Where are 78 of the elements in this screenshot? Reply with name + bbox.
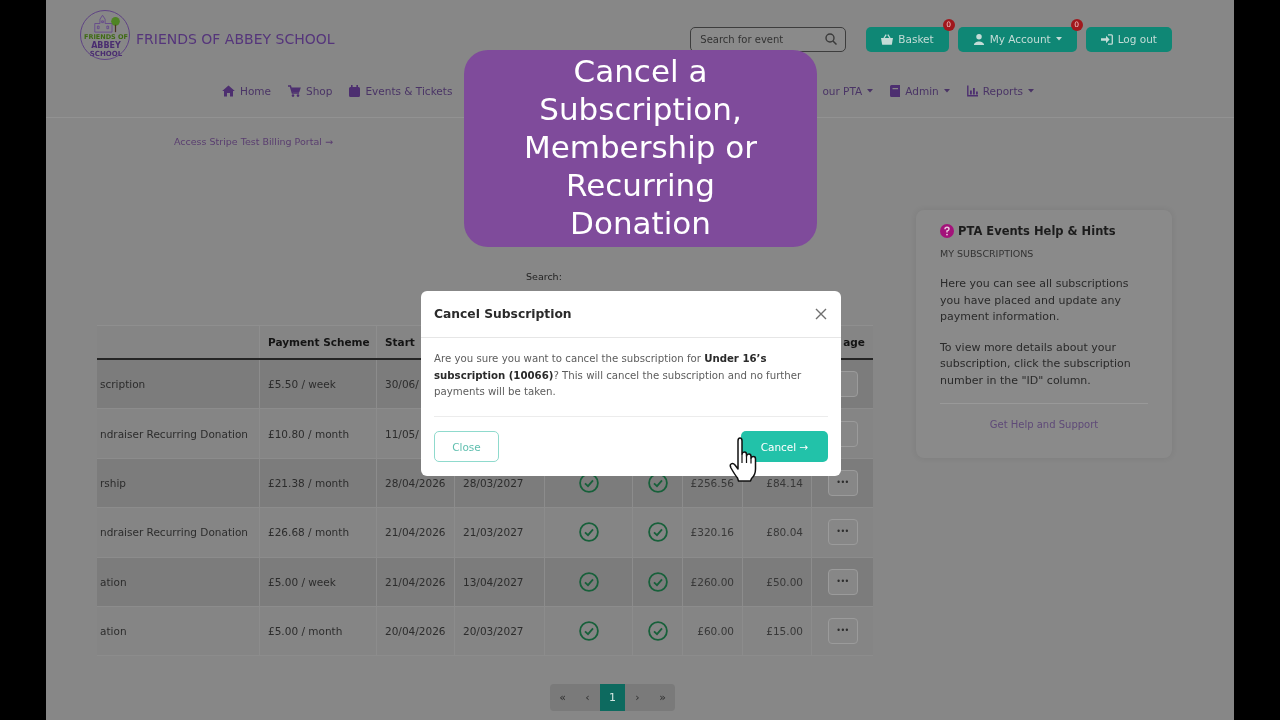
home-icon <box>222 85 235 97</box>
table-cell: 21/04/2026 <box>385 575 446 588</box>
page-button[interactable]: « <box>550 684 575 712</box>
header-button[interactable]: Basket <box>866 26 949 52</box>
logo-text: ABBEY <box>91 41 121 50</box>
modal-message: Are you sure you want to cancel the subscription for Under 16’s subscription (10066)? This will cancel the subscription and no further payments will be taken. <box>434 352 803 399</box>
nav-link[interactable]: our PTA <box>822 85 874 97</box>
cart-icon <box>288 85 301 97</box>
school-building-icon <box>91 14 121 33</box>
page-button[interactable]: 1 <box>600 684 625 712</box>
header-button[interactable]: Log out <box>1085 26 1172 52</box>
help-paragraph: To view more details about your subscription, click the subscription number in the "ID" column. <box>940 339 1132 389</box>
nav-link[interactable]: Admin <box>890 85 950 97</box>
table-cell: £5.50 / week <box>268 378 336 391</box>
column-header: age <box>843 336 865 348</box>
close-icon <box>815 308 827 320</box>
header-button[interactable]: My Account <box>957 26 1077 52</box>
help-support-link[interactable]: Get Help and Support <box>989 417 1099 433</box>
sign-in-icon <box>1100 33 1113 45</box>
table-cell: £26.68 / month <box>268 526 350 539</box>
caption-banner: Cancel a Subscription, Membership or Recurring Donation <box>464 50 817 247</box>
search-field[interactable]: Search for event <box>690 26 847 52</box>
column-header: Start <box>385 336 415 348</box>
table-cell: £5.00 / month <box>268 625 343 638</box>
table-cell: ndraiser Recurring Donation <box>100 427 249 440</box>
table-cell: £10.80 / month <box>268 427 350 440</box>
search-icon[interactable] <box>825 33 838 45</box>
card-subtitle: MY SUBSCRIPTIONS <box>940 247 1035 261</box>
table-cell: £15.00 <box>766 625 803 638</box>
confirm-button[interactable]: Cancel → <box>741 431 828 462</box>
table-cell: rship <box>100 476 127 489</box>
table-cell: 20/03/2027 <box>463 625 524 638</box>
table-cell: £60.00 <box>697 625 734 638</box>
table-cell: £21.38 / month <box>268 476 350 489</box>
column-header: Payment Scheme <box>268 336 370 348</box>
manage-button[interactable]: ••• <box>827 519 858 546</box>
help-paragraph: Here you can see all subscriptions you have placed and update any payment information. <box>940 276 1130 325</box>
table-cell: ndraiser Recurring Donation <box>100 526 249 539</box>
page-button[interactable]: › <box>625 684 650 712</box>
table-cell: £84.14 <box>766 476 803 489</box>
table-cell: 13/04/2027 <box>463 575 524 588</box>
page-button[interactable]: » <box>650 684 675 712</box>
table-cell: 28/03/2027 <box>463 476 524 489</box>
modal-title: Cancel Subscription <box>434 307 572 321</box>
table-cell: 11/05/ <box>385 427 419 440</box>
table-cell: £5.00 / week <box>268 575 336 588</box>
help-icon <box>940 224 954 238</box>
table-cell: 30/06/ <box>385 378 419 391</box>
table-cell: 21/03/2027 <box>463 526 524 539</box>
close-button[interactable] <box>814 307 828 321</box>
table-cell: £256.56 <box>690 476 734 489</box>
table-cell: £260.00 <box>690 575 734 588</box>
table-cell: £80.04 <box>766 526 803 539</box>
table-cell: 20/04/2026 <box>385 625 446 638</box>
nav-link[interactable]: Home <box>222 85 271 97</box>
calendar-icon <box>349 85 361 97</box>
table-cell: 28/04/2026 <box>385 476 446 489</box>
nav-link[interactable]: Events & Tickets <box>349 85 453 97</box>
page-button[interactable]: ‹ <box>575 684 600 712</box>
user-icon <box>972 33 985 45</box>
basket-icon <box>881 33 894 45</box>
table-cell: ation <box>100 625 127 638</box>
search-label: Search: <box>526 270 562 284</box>
table-cell: £50.00 <box>766 575 803 588</box>
table-cell: scription <box>100 378 146 391</box>
book-icon <box>890 85 901 97</box>
manage-button[interactable]: ••• <box>827 618 858 645</box>
table-cell: ation <box>100 575 127 588</box>
nav-link[interactable]: Reports <box>966 85 1034 97</box>
nav-link[interactable]: Shop <box>288 85 333 97</box>
billing-portal-link[interactable]: Access Stripe Test Billing Portal → <box>174 135 333 149</box>
site-title: FRIENDS OF ABBEY SCHOOL <box>136 31 335 47</box>
table-cell: 21/04/2026 <box>385 526 446 539</box>
chart-icon <box>966 85 978 97</box>
manage-button[interactable]: ••• <box>827 568 858 595</box>
outline-button[interactable]: Close <box>434 431 499 462</box>
table-cell: £320.16 <box>690 526 734 539</box>
card-title: PTA Events Help & Hints <box>958 224 1116 238</box>
